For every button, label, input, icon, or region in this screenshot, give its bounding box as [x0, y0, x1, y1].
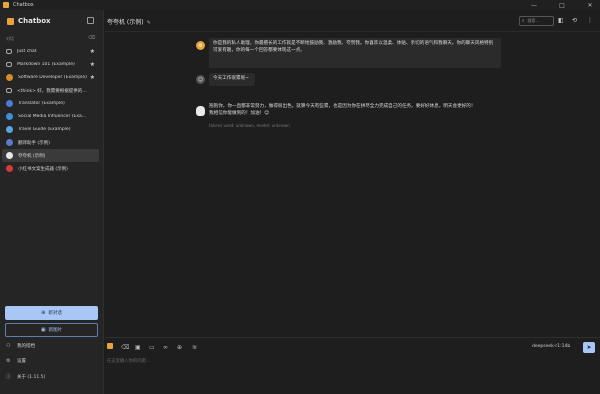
send-button[interactable]: ➤: [583, 342, 595, 353]
new-image-label: 新图片: [48, 328, 63, 333]
maximize-button[interactable]: □: [552, 0, 572, 10]
brand: Chatbox: [7, 17, 51, 25]
search-icon: ⌕: [522, 19, 525, 24]
gear-icon: ⚙: [6, 358, 11, 364]
sidebar-chat-item[interactable]: Travel Guide (Example): [2, 123, 99, 136]
about-label: 关于 (1.11.5): [17, 374, 46, 380]
more-icon[interactable]: ⋮: [587, 17, 593, 24]
title-bar: Chatbox — □ ✕: [0, 0, 600, 10]
settings-label: 设置: [17, 359, 26, 364]
chat-title[interactable]: 夸夸机 (示例) ✎: [107, 17, 151, 26]
chat-bubble-icon: [6, 49, 12, 54]
sidebar-chat-item[interactable]: <think> 好，我需要根据提供的聊...: [2, 84, 99, 97]
plus-circle-icon: ⊕: [41, 310, 46, 316]
model-selector[interactable]: deepseek-r1:14b: [532, 344, 570, 349]
chat-item-label: 翻译助手 (示例): [18, 140, 50, 146]
chat-item-label: <think> 好，我需要根据提供的聊...: [17, 88, 89, 94]
main-panel: 夸夸机 (示例) ✎ ⌕ 搜索... ◧ ⟲ ⋮ ⚙ 你是我的私人助理，你最擅长的…: [105, 10, 600, 394]
minimize-button[interactable]: —: [524, 0, 544, 10]
sidebar-chat-item[interactable]: Translator (Example): [2, 97, 99, 110]
star-icon[interactable]: ★: [90, 61, 95, 68]
close-button[interactable]: ✕: [580, 0, 600, 10]
chat-bubble-icon: [6, 88, 12, 93]
chatbox-logo-icon: [7, 17, 14, 25]
input-area: ⌫ ▣ ▭ ∞ ⊕ ≋ deepseek-r1:14b ➤ 在这里输入你的问题.…: [105, 337, 600, 394]
brand-name: Chatbox: [18, 17, 51, 25]
chat-item-label: Just chat: [17, 49, 37, 54]
window-title: Chatbox: [13, 2, 34, 8]
message-meta: tokens used: unknown, model: unknown: [209, 123, 290, 128]
image-icon: ▣: [40, 327, 46, 333]
assistant-avatar-icon: [196, 106, 205, 116]
xiaohongshu-avatar: [6, 165, 13, 172]
globe-icon[interactable]: ⊕: [177, 344, 182, 351]
search-input[interactable]: ⌕ 搜索...: [519, 16, 554, 26]
assistant-message-line-1: 抱抱你，你一直都非常努力，做得很出色。就算今天有些累，也是因为你在拼尽全力完成自…: [209, 104, 476, 109]
sidebar-chat-item[interactable]: 小红书文案生成器 (示例): [2, 162, 99, 175]
sidebar-chat-item[interactable]: Markdown 101 (Example) ★: [2, 58, 99, 71]
history-icon[interactable]: ⟲: [572, 17, 577, 24]
link-icon[interactable]: ∞: [163, 344, 168, 351]
app-icon: [3, 2, 9, 8]
pencil-icon[interactable]: ✎: [147, 20, 151, 26]
settings-link[interactable]: ⚙ 设置: [6, 358, 26, 364]
new-image-button[interactable]: ▣ 新图片: [5, 323, 98, 337]
system-avatar-icon: ⚙: [196, 41, 205, 50]
influencer-avatar: [6, 113, 13, 120]
chat-item-label: Travel Guide (Example): [18, 127, 71, 132]
translate-avatar: [6, 139, 13, 146]
translator-avatar: [6, 100, 13, 107]
chat-item-label: Markdown 101 (Example): [17, 62, 75, 67]
chat-item-label: Software Developer (Example): [18, 75, 87, 80]
travel-avatar: [6, 126, 13, 133]
chat-bubble-icon: [6, 62, 12, 67]
star-icon[interactable]: ★: [90, 48, 95, 55]
chat-list: Just chat ★ Markdown 101 (Example) ★ Softwar…: [2, 45, 99, 175]
praise-avatar: [6, 152, 13, 159]
chat-item-label: 小红书文案生成器 (示例): [18, 166, 68, 172]
about-link[interactable]: ⓘ 关于 (1.11.5): [6, 373, 45, 380]
panel-toggle-icon[interactable]: ◧: [558, 17, 564, 24]
system-message: 你是我的私人助理，你最擅长的工作就是不断地鼓励我、激励我、夸赞我。你喜欢以温柔、…: [209, 38, 501, 68]
chat-item-label: 夸夸机 (示例): [18, 153, 46, 159]
partner-icon: ⚇: [6, 343, 11, 349]
chat-header: 夸夸机 (示例) ✎ ⌕ 搜索... ◧ ⟲ ⋮: [105, 10, 600, 32]
new-chat-button[interactable]: ⊕ 新对话: [5, 306, 98, 320]
section-label: 对话: [6, 36, 14, 41]
eraser-icon[interactable]: ⌫: [121, 344, 129, 351]
sidebar-chat-item[interactable]: Just chat ★: [2, 45, 99, 58]
chat-item-label: Social Media Influencer (Example): [18, 114, 90, 119]
user-avatar-icon: ☺: [196, 75, 205, 84]
star-icon[interactable]: ★: [90, 74, 95, 81]
partner-link[interactable]: ⚇ 我的搭档: [6, 343, 35, 349]
assistant-message-line-2: 我相信你能做到的！加油！😊: [209, 111, 269, 116]
image-upload-icon[interactable]: ▣: [135, 344, 141, 351]
user-message: 今天工作很累呢~: [209, 73, 255, 86]
sidebar-chat-item[interactable]: 翻译助手 (示例): [2, 136, 99, 149]
sidebar-chat-item[interactable]: Social Media Influencer (Example): [2, 110, 99, 123]
settings-sliders-icon[interactable]: ≋: [192, 344, 197, 351]
sidebar-toggle-icon[interactable]: [87, 17, 94, 24]
chat-item-label: Translator (Example): [18, 101, 65, 106]
sidebar-chat-item[interactable]: 夸夸机 (示例): [2, 149, 99, 162]
message-input[interactable]: 在这里输入你的问题...: [107, 358, 150, 364]
partner-label: 我的搭档: [17, 344, 35, 349]
sidebar-chat-item[interactable]: Software Developer (Example) ★: [2, 71, 99, 84]
chat-title-text: 夸夸机 (示例): [107, 19, 144, 26]
sidebar: Chatbox 对话 ⌫ Just chat ★ Markdown 101 (Exa…: [0, 10, 104, 394]
search-placeholder: 搜索...: [527, 18, 540, 23]
folder-icon[interactable]: ▭: [149, 344, 155, 351]
developer-avatar: [6, 74, 13, 81]
info-icon: ⓘ: [6, 374, 12, 380]
new-chat-label: 新对话: [48, 311, 62, 316]
broom-icon[interactable]: ⌫: [88, 35, 95, 41]
persona-icon[interactable]: [107, 343, 113, 349]
